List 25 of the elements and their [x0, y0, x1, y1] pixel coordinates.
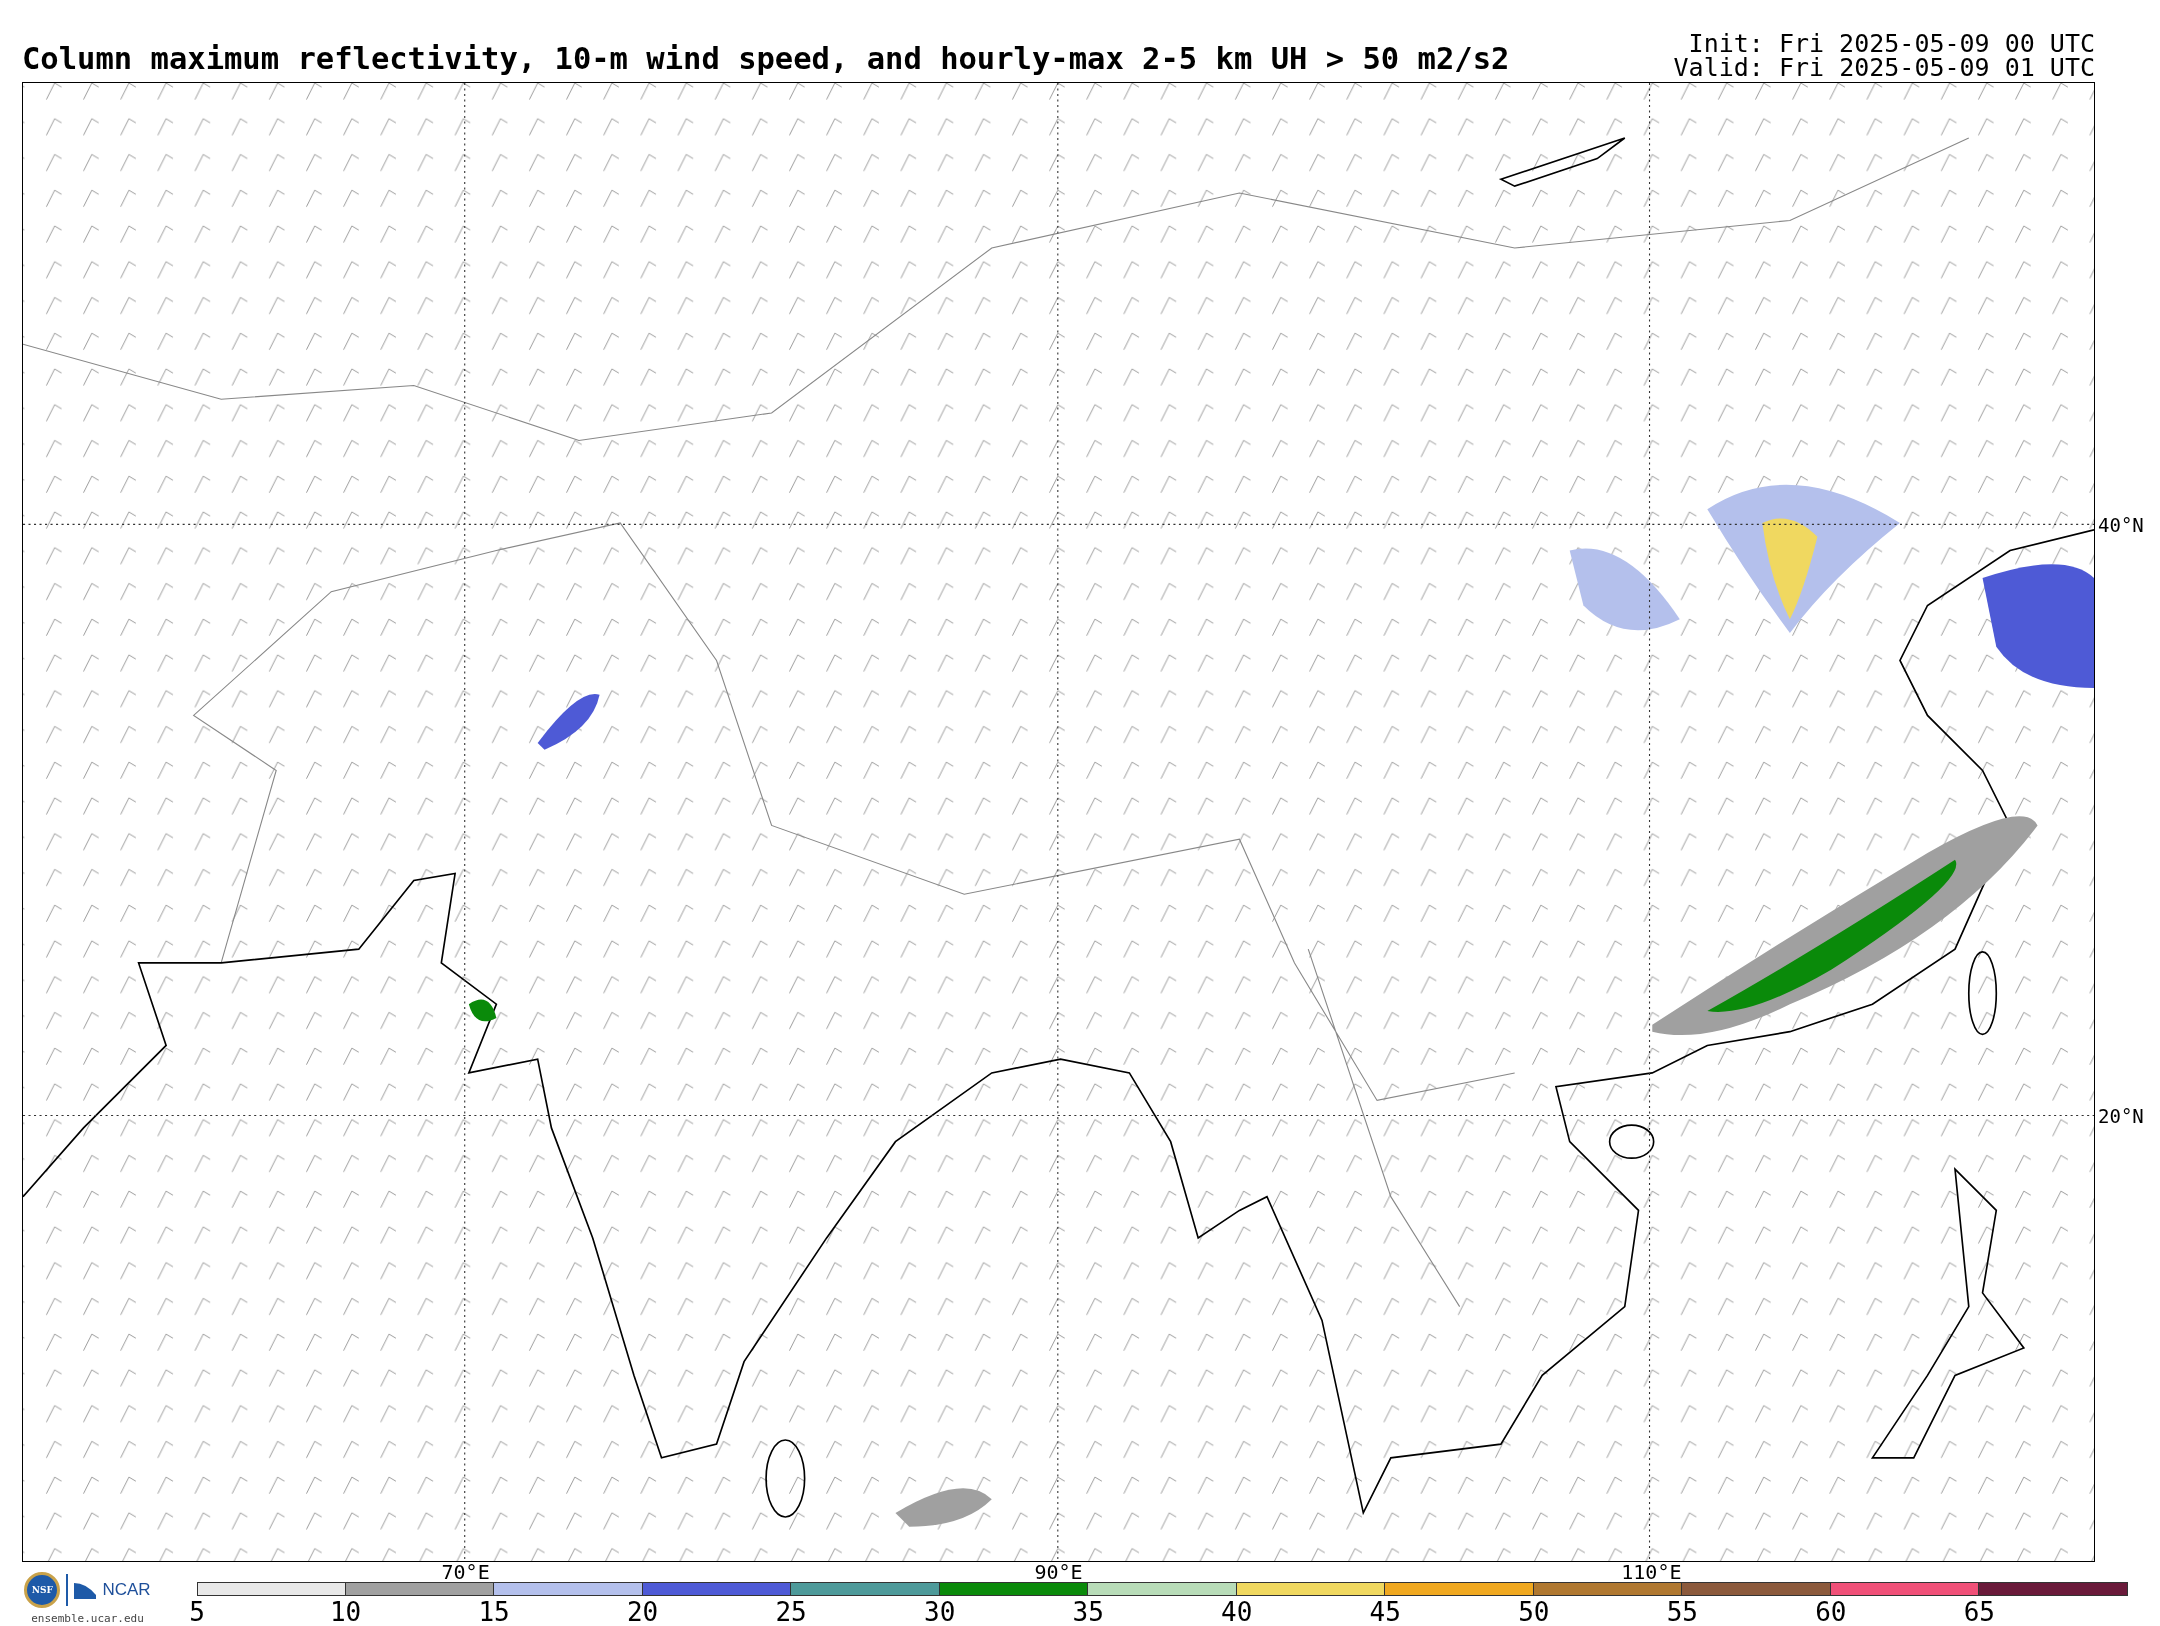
colorbar-tick-label: 60 [1815, 1598, 1847, 1626]
longitude-label: 70°E [441, 1562, 490, 1582]
latitude-label: 40°N [2098, 513, 2144, 536]
colorbar-tick-label: 55 [1666, 1598, 1698, 1626]
latitude-label: 20°N [2098, 1105, 2144, 1128]
swoosh-icon [74, 1581, 97, 1599]
colorbar-tick-label: 30 [924, 1598, 956, 1626]
colorbar-tick-label: 25 [775, 1598, 807, 1626]
colorbar-tick-label: 35 [1072, 1598, 1104, 1626]
init-time: Init: Fri 2025-05-09 00 UTC [1688, 32, 2095, 56]
colorbar-tick-label: 20 [626, 1598, 659, 1626]
chart-title: Column maximum reflectivity, 10-m wind speed, and hourly-max 2-5 km UH > 50 m2/s2 [22, 43, 1510, 78]
colorbar-tick-label: 15 [478, 1598, 510, 1626]
colorbar-tick-label: 5 [189, 1598, 205, 1626]
colorbar-tick-label: 40 [1221, 1598, 1253, 1626]
colorbar-tick-label: 50 [1518, 1598, 1550, 1626]
longitude-label: 90°E [1034, 1562, 1083, 1582]
colorbar-tick-label: 45 [1369, 1598, 1401, 1626]
colorbar-tick-label: 65 [1963, 1598, 1996, 1626]
colorbar-tick-label: 10 [329, 1598, 362, 1626]
website-url: ensemble.ucar.edu [31, 1612, 144, 1625]
longitude-label: 110°E [1621, 1562, 1682, 1582]
ncar-logo: NCAR [102, 1580, 151, 1600]
nsf-logo: NSF [24, 1572, 61, 1608]
valid-time: Valid: Fri 2025-05-09 01 UTC [1673, 56, 2095, 80]
